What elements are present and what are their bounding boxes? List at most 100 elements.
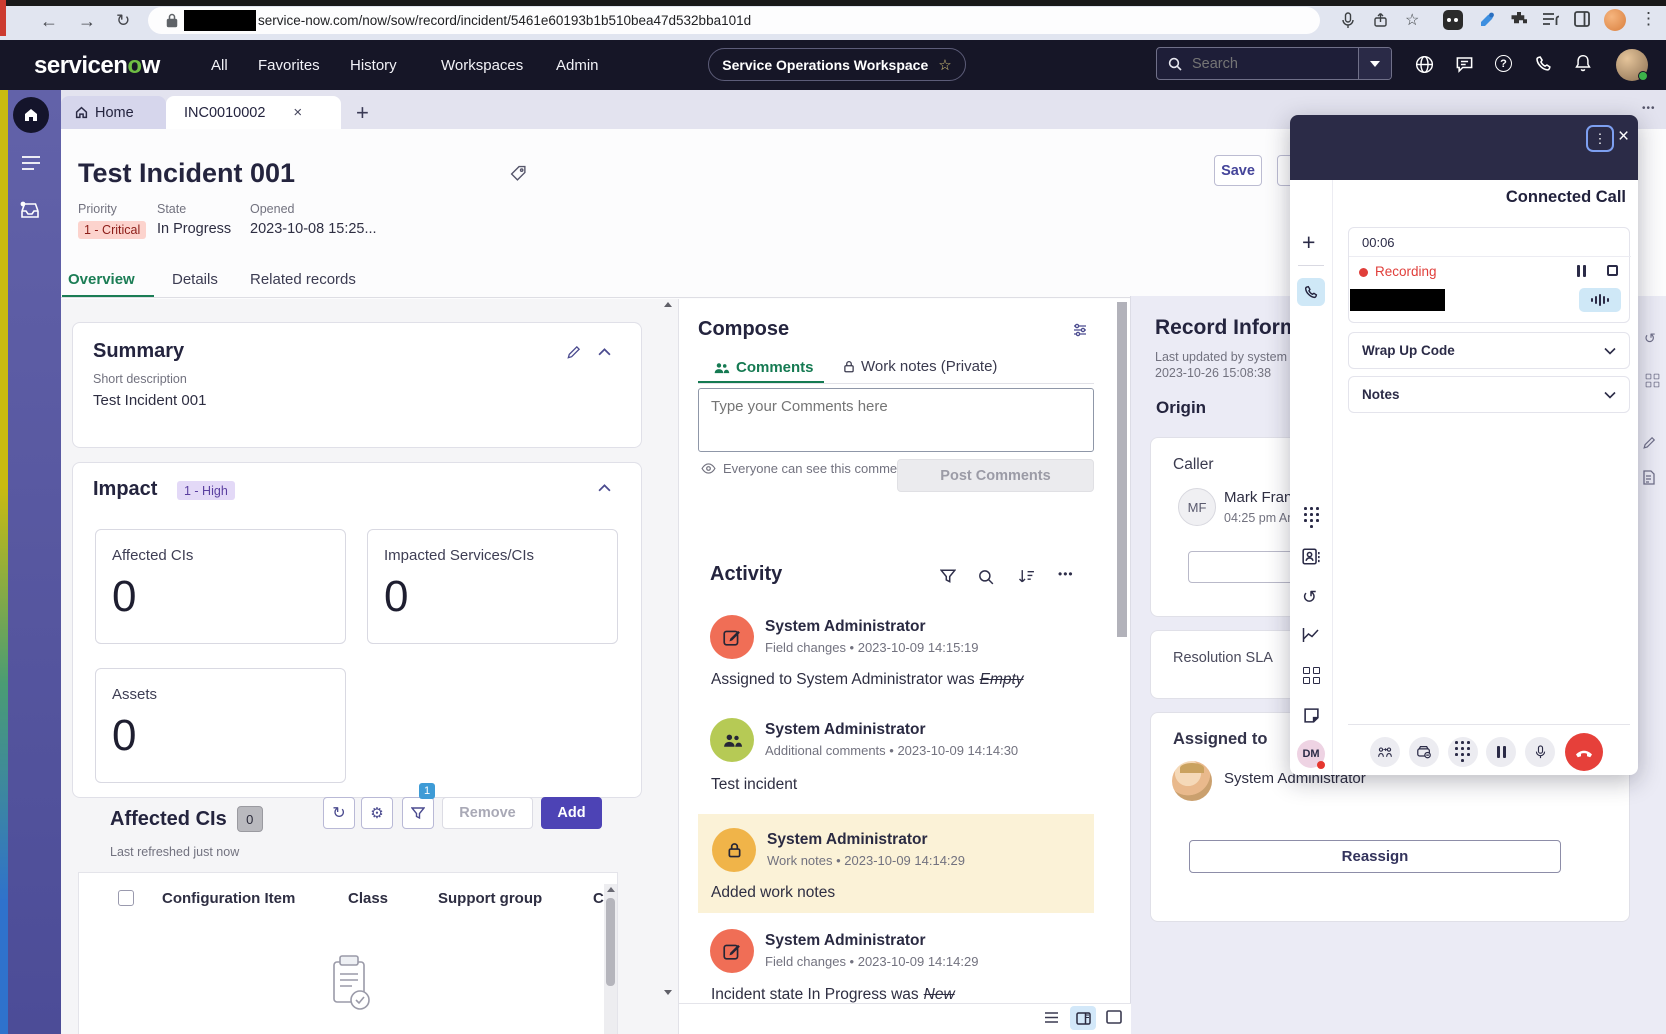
impact-tile-affected-cis[interactable]: Affected CIs 0: [95, 529, 346, 644]
comment-textarea[interactable]: [698, 388, 1094, 452]
help-icon[interactable]: ?: [1495, 55, 1512, 72]
park-call-button[interactable]: [1409, 737, 1439, 767]
rail-menu-icon[interactable]: [21, 155, 41, 171]
workspace-pill[interactable]: Service Operations Workspace ☆: [708, 48, 966, 81]
search-box[interactable]: [1156, 47, 1392, 80]
tab-details[interactable]: Details: [172, 271, 218, 288]
right-edge-pencil-icon[interactable]: [1642, 436, 1656, 450]
column-header-support-group[interactable]: Support group: [438, 890, 542, 907]
list-view-icon[interactable]: [1044, 1011, 1059, 1024]
nav-item-favorites[interactable]: Favorites: [258, 57, 320, 74]
left-scrollbar-thumb[interactable]: [662, 314, 674, 744]
extension-icon[interactable]: [1443, 10, 1463, 30]
browser-forward-icon[interactable]: →: [78, 11, 96, 32]
dialpad-button[interactable]: [1448, 737, 1478, 767]
table-scrollbar-up-arrow[interactable]: [607, 887, 615, 892]
active-call-tab-icon[interactable]: [1297, 278, 1325, 306]
globe-icon[interactable]: [1415, 55, 1434, 74]
caller-name[interactable]: Mark Fran: [1224, 489, 1292, 506]
nav-item-all[interactable]: All: [211, 57, 228, 74]
reassign-button[interactable]: Reassign: [1189, 840, 1561, 873]
end-call-button[interactable]: [1565, 733, 1603, 771]
save-button[interactable]: Save: [1214, 155, 1262, 186]
phone-panel-menu-icon[interactable]: ⋮: [1586, 125, 1614, 152]
tag-icon[interactable]: [510, 165, 527, 182]
notes-tab-icon[interactable]: [1303, 707, 1320, 724]
activity-filter-icon[interactable]: [940, 569, 956, 584]
call-history-tab-icon[interactable]: ↺: [1302, 587, 1317, 608]
compose-settings-icon[interactable]: [1072, 322, 1088, 338]
browser-back-icon[interactable]: ←: [40, 11, 58, 32]
browser-reading-list-icon[interactable]: [1542, 11, 1559, 27]
extension-icon[interactable]: [1478, 10, 1496, 28]
phone-panel-close-icon[interactable]: ×: [1618, 126, 1629, 148]
tab-work-notes[interactable]: Work notes (Private): [843, 358, 997, 375]
activity-search-icon[interactable]: [978, 569, 994, 585]
apps-grid-tab-icon[interactable]: [1303, 667, 1320, 684]
activity-more-icon[interactable]: •••: [1058, 567, 1074, 581]
column-header-configuration-item[interactable]: Configuration Item: [162, 890, 295, 907]
browser-share-icon[interactable]: [1373, 12, 1388, 28]
notes-section[interactable]: Notes: [1348, 376, 1630, 413]
rail-home-button[interactable]: [13, 97, 49, 133]
impact-tile-impacted-services[interactable]: Impacted Services/CIs 0: [367, 529, 618, 644]
wrap-up-code-section[interactable]: Wrap Up Code: [1348, 332, 1630, 369]
tab-home[interactable]: Home: [61, 96, 166, 129]
activity-sort-icon[interactable]: [1018, 569, 1035, 584]
filter-button[interactable]: [402, 797, 434, 829]
search-scope-dropdown[interactable]: [1358, 48, 1391, 79]
browser-menu-icon[interactable]: ⋮: [1640, 9, 1657, 29]
settings-gear-button[interactable]: ⚙: [361, 797, 393, 829]
browser-sidepanel-icon[interactable]: [1574, 11, 1590, 27]
nav-item-admin[interactable]: Admin: [556, 57, 599, 74]
extension-puzzle-icon[interactable]: [1510, 10, 1528, 28]
collapse-chevron-icon[interactable]: [598, 347, 611, 356]
nav-item-history[interactable]: History: [350, 57, 397, 74]
browser-mic-icon[interactable]: [1340, 12, 1356, 29]
tab-record-active[interactable]: INC0010002 ×: [166, 96, 341, 129]
browser-profile-avatar[interactable]: [1604, 9, 1626, 31]
agent-avatar-dm[interactable]: DM: [1297, 740, 1325, 768]
mute-mic-button[interactable]: [1525, 737, 1555, 767]
hold-call-button[interactable]: [1486, 737, 1516, 767]
rail-inbox-icon[interactable]: [18, 198, 42, 222]
split-view-toggle-active[interactable]: [1070, 1006, 1096, 1030]
contacts-tab-icon[interactable]: [1302, 547, 1320, 566]
analytics-tab-icon[interactable]: [1302, 627, 1320, 643]
add-button[interactable]: Add: [541, 797, 602, 829]
servicenow-logo[interactable]: servicenow: [34, 52, 160, 80]
stop-recording-icon[interactable]: [1607, 265, 1618, 276]
tab-comments[interactable]: Comments: [713, 359, 814, 376]
left-scrollbar-down-arrow[interactable]: [664, 990, 672, 995]
search-input[interactable]: [1190, 55, 1358, 73]
assignee-avatar[interactable]: [1172, 761, 1212, 801]
refresh-button[interactable]: ↻: [323, 797, 355, 829]
tab-overview[interactable]: Overview: [68, 271, 135, 288]
dialpad-tab-icon[interactable]: [1304, 507, 1320, 529]
middle-scrollbar-thumb[interactable]: [1117, 302, 1127, 637]
column-header-truncated[interactable]: C: [593, 890, 604, 907]
post-comments-button[interactable]: Post Comments: [897, 459, 1094, 492]
left-scrollbar-up-arrow[interactable]: [664, 302, 672, 307]
full-view-icon[interactable]: [1106, 1010, 1122, 1024]
caller-avatar[interactable]: MF: [1178, 488, 1216, 526]
impact-tile-assets[interactable]: Assets 0: [95, 668, 346, 783]
tab-close-icon[interactable]: ×: [293, 104, 302, 121]
right-edge-history-icon[interactable]: ↺: [1644, 330, 1656, 347]
collapse-chevron-icon[interactable]: [598, 483, 611, 492]
phone-header-icon[interactable]: [1535, 55, 1553, 73]
chat-icon[interactable]: [1455, 55, 1474, 74]
nav-item-workspaces[interactable]: Workspaces: [441, 57, 523, 74]
table-scrollbar-thumb[interactable]: [606, 898, 615, 986]
audio-settings-button[interactable]: [1579, 288, 1621, 312]
right-edge-document-icon[interactable]: [1642, 470, 1655, 485]
transfer-call-button[interactable]: [1370, 737, 1400, 767]
tabstrip-more-icon[interactable]: •••: [1642, 103, 1656, 114]
browser-bookmark-icon[interactable]: ☆: [1405, 10, 1419, 30]
notifications-bell-icon[interactable]: [1574, 54, 1592, 73]
edit-pencil-icon[interactable]: [566, 345, 581, 360]
user-avatar[interactable]: [1616, 49, 1648, 81]
select-all-checkbox[interactable]: [118, 890, 134, 906]
right-edge-grid-icon[interactable]: [1644, 372, 1661, 389]
url-text[interactable]: service-now.com/now/sow/record/incident/…: [258, 13, 751, 28]
